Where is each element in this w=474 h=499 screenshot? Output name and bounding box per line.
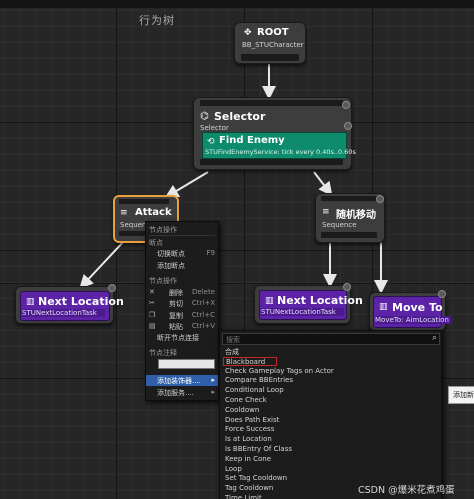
next-location-node-left[interactable]: ▥ Next Location STUNextLocationTask xyxy=(15,284,124,324)
sequence-icon: ≡ xyxy=(322,207,330,217)
random-move-output-pin[interactable] xyxy=(321,232,377,238)
decorator-item[interactable]: Does Path Exist xyxy=(225,416,279,424)
copy-label: 复制 xyxy=(169,312,183,320)
decorator-item[interactable]: Time Limit xyxy=(225,494,262,499)
add-new-tooltip: 添加新 xyxy=(448,386,474,404)
decorator-dropdown[interactable]: 搜索 ⌕ 合成 Blackboard Check Gameplay Tags on … xyxy=(219,330,442,499)
break-links-label: 断开节点连接 xyxy=(157,334,199,342)
add-service-label: 添加服务.... xyxy=(157,389,194,397)
selector-subtitle: Selector xyxy=(200,124,229,132)
search-icon: ⌕ xyxy=(431,333,437,343)
comment-section: 节点注释 xyxy=(149,349,177,357)
selector-input-pin[interactable] xyxy=(200,100,343,106)
task-left-badge[interactable] xyxy=(108,284,116,292)
task-left-subtitle: STUNextLocationTask xyxy=(22,309,105,317)
add-breakpoint-label: 添加断点 xyxy=(157,262,185,270)
selector-badge-1[interactable] xyxy=(342,101,350,109)
move-to-badge[interactable] xyxy=(438,290,446,298)
decorator-item[interactable]: Is BBEntry Of Class xyxy=(225,445,292,453)
root-node[interactable]: ✥ ROOT BB_STUCharacter xyxy=(234,22,306,64)
next-location-node-mid[interactable]: ▥ Next Location STUNextLocationTask xyxy=(254,283,363,324)
random-move-node[interactable]: ≡ 随机移动 Sequence xyxy=(315,193,385,243)
move-to-task[interactable]: ▥ Move To MoveTo: AimLocation xyxy=(373,296,451,328)
decorator-item[interactable]: Conditional Loop xyxy=(225,386,284,394)
decorator-item[interactable]: Loop xyxy=(225,465,242,473)
root-icon: ✥ xyxy=(244,28,252,38)
move-to-title: Move To xyxy=(392,301,443,314)
cut-shortcut: Ctrl+X xyxy=(191,299,215,307)
paste-label: 粘贴 xyxy=(169,323,183,331)
task-mid-title: Next Location xyxy=(277,294,363,307)
decorator-item[interactable]: Force Success xyxy=(225,425,274,433)
decorator-item[interactable]: 合成 xyxy=(225,347,239,357)
move-to-subtitle: MoveTo: AimLocation xyxy=(375,316,451,324)
decorator-item[interactable]: Blackboard xyxy=(223,356,277,366)
task-icon: ▥ xyxy=(379,302,388,312)
toggle-breakpoint-shortcut: F9 xyxy=(206,249,215,257)
delete-label: 删除 xyxy=(169,289,183,297)
menu-divider xyxy=(149,235,215,236)
toggle-breakpoint-label: 切换断点 xyxy=(157,250,185,258)
task-mid-badge[interactable] xyxy=(343,283,351,291)
selector-node[interactable]: ⌬ Selector Selector ⟲ Find Enemy STUFind… xyxy=(193,97,356,170)
random-move-badge[interactable] xyxy=(376,195,384,203)
decorator-item[interactable]: Cone Check xyxy=(225,396,267,404)
next-location-task-mid[interactable]: ▥ Next Location STUNextLocationTask xyxy=(259,290,363,320)
watermark: CSDN @爆米花煮鸡蛋 xyxy=(358,485,455,496)
service-subtitle: STUFindEnemyService: tick every 0.40s..0… xyxy=(205,148,356,156)
delete-icon: ✕ xyxy=(149,288,155,296)
decorator-item[interactable]: Tag Cooldown xyxy=(225,484,273,492)
service-icon: ⟲ xyxy=(207,137,215,147)
wire-selector-attack xyxy=(164,171,209,199)
root-output-pin[interactable] xyxy=(241,54,299,61)
next-location-task-left[interactable]: ▥ Next Location STUNextLocationTask xyxy=(20,291,124,321)
attack-input-pin[interactable] xyxy=(119,199,169,204)
node-actions-section: 节点操作 xyxy=(149,277,177,285)
decorator-item[interactable]: Set Tag Cooldown xyxy=(225,474,287,482)
decorator-item[interactable]: Is at Location xyxy=(225,435,272,443)
selector-title: Selector xyxy=(214,110,266,123)
decorator-search-box[interactable]: 搜索 ⌕ xyxy=(222,333,440,345)
submenu-arrow-icon: ▸ xyxy=(211,388,215,396)
sequence-icon: ≡ xyxy=(120,208,128,218)
move-to-node[interactable]: ▥ Move To MoveTo: AimLocation xyxy=(369,290,451,331)
add-decorator-item[interactable]: 添加装饰器.... ▸ xyxy=(146,375,218,386)
service-title: Find Enemy xyxy=(219,135,285,146)
task-mid-subtitle: STUNextLocationTask xyxy=(261,308,344,316)
random-move-subtitle: Sequence xyxy=(322,221,357,229)
wire-selector-random xyxy=(313,171,333,197)
attack-title: Attack xyxy=(135,207,172,218)
cut-label: 剪切 xyxy=(169,300,183,308)
selector-icon: ⌬ xyxy=(200,111,209,122)
behavior-tree-graph[interactable]: 行为树 ✥ ROOT BB_STUCharacter ⌬ Selector Se… xyxy=(0,0,474,499)
search-placeholder: 搜索 xyxy=(226,336,240,344)
menu-header: 节点操作 xyxy=(149,226,177,234)
submenu-arrow-icon: ▸ xyxy=(211,376,215,384)
task-left-title: Next Location xyxy=(38,295,124,308)
selector-badge-2[interactable] xyxy=(344,122,352,130)
random-move-title: 随机移动 xyxy=(336,210,376,221)
root-subtitle: BB_STUCharacter xyxy=(242,41,304,49)
task-icon: ▥ xyxy=(26,297,35,307)
node-context-menu[interactable]: 节点操作 断点 切换断点 F9 添加断点 节点操作 ✕ 删除 Delete ✂ … xyxy=(145,221,219,401)
root-title: ROOT xyxy=(257,27,289,38)
add-decorator-label: 添加装饰器.... xyxy=(157,377,201,385)
decorator-item[interactable]: Cooldown xyxy=(225,406,259,414)
copy-shortcut: Ctrl+C xyxy=(191,311,215,319)
delete-shortcut: Delete xyxy=(192,288,215,296)
task-icon: ▥ xyxy=(265,296,274,306)
paste-icon: ▤ xyxy=(149,322,156,330)
random-move-input-pin[interactable] xyxy=(321,196,377,201)
decorator-item[interactable]: Keep in Cone xyxy=(225,455,271,463)
copy-icon: ❐ xyxy=(149,311,156,319)
paste-shortcut: Ctrl+V xyxy=(191,322,215,330)
node-comment-input[interactable] xyxy=(158,359,215,369)
breakpoint-section: 断点 xyxy=(149,239,163,247)
cut-icon: ✂ xyxy=(149,299,155,307)
selector-output-pin[interactable] xyxy=(200,159,343,165)
wire-attack-left xyxy=(79,239,126,289)
find-enemy-service[interactable]: ⟲ Find Enemy STUFindEnemyService: tick e… xyxy=(202,132,356,159)
decorator-item[interactable]: Check Gameplay Tags on Actor xyxy=(225,367,334,375)
decorator-item[interactable]: Compare BBEntries xyxy=(225,376,293,384)
